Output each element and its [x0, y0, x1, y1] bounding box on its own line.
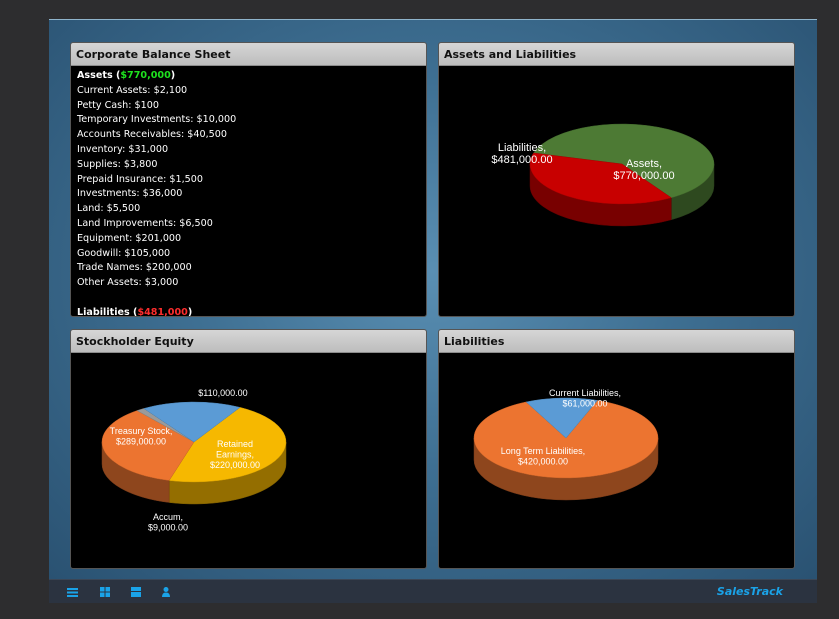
- panel-title: Corporate Balance Sheet: [71, 43, 426, 66]
- assets-heading: Assets ($770,000): [77, 70, 176, 81]
- user-icon[interactable]: [162, 587, 170, 597]
- pie-data-label: $110,000.00: [198, 388, 247, 398]
- panel-title: Assets and Liabilities: [439, 43, 794, 66]
- balance-sheet-line: Inventory: $31,000: [77, 143, 169, 155]
- pie-data-label: Retained Earnings, $220,000.00: [210, 439, 260, 470]
- menu-icon[interactable]: [67, 587, 78, 597]
- balance-sheet-line: Equipment: $201,000: [77, 232, 182, 244]
- pie-data-label: Liabilities, $481,000.00: [491, 142, 552, 166]
- pie-data-label: Accum, $9,000.00: [148, 512, 188, 533]
- liabilities-total: $481,000: [137, 306, 188, 317]
- stockholder-equity-panel: Stockholder Equity Treasury Stock, $289,0…: [70, 329, 427, 569]
- balance-sheet-line: Current Assets: $2,100: [77, 84, 188, 96]
- stockholder-equity-pie: Treasury Stock, $289,000.00 Retained Earnin…: [101, 388, 287, 533]
- balance-sheet-line: Prepaid Insurance: $1,500: [77, 173, 203, 185]
- pie-data-label: Treasury Stock, $289,000.00: [110, 426, 173, 447]
- assets-total: $770,000: [120, 70, 171, 81]
- balance-sheet-line: Other Assets: $3,000: [77, 277, 179, 289]
- asset-items-list: Current Assets: $2,100 Petty Cash: $100 Te…: [77, 84, 420, 291]
- panel-title: Liabilities: [439, 330, 794, 353]
- balance-sheet-line: Accounts Receivables: $40,500: [77, 129, 227, 141]
- liabilities-pie: Long Term Liabilities, $420,000.00Current…: [473, 388, 659, 501]
- balance-sheet-line: Temporary Investments: $10,000: [77, 114, 237, 126]
- balance-sheet-line: Investments: $36,000: [77, 188, 183, 200]
- grid-icon[interactable]: [100, 587, 110, 597]
- panel-title: Stockholder Equity: [71, 330, 426, 353]
- balance-sheet-line: Supplies: $3,800: [77, 158, 158, 170]
- balance-sheet-line: Trade Names: $200,000: [77, 262, 192, 274]
- assets-liabilities-pie: Assets, $770,000.00Liabilities, $481,000.0…: [491, 123, 715, 227]
- footer-bar: SalesTrack: [49, 579, 817, 603]
- balance-sheet-line: Land Improvements: $6,500: [77, 217, 213, 229]
- assets-liabilities-panel: Assets and Liabilities Assets, $770,000.0…: [438, 42, 795, 317]
- balance-sheet-line: Land: $5,500: [77, 203, 141, 215]
- balance-sheet-body: Assets ($770,000) Current Assets: $2,100…: [71, 66, 426, 317]
- brand-logo: SalesTrack: [716, 585, 783, 598]
- balance-sheet-panel: Corporate Balance Sheet Assets ($770,000…: [70, 42, 427, 317]
- dashboard-canvas: Corporate Balance Sheet Assets ($770,000…: [49, 19, 817, 579]
- balance-sheet-line: Goodwill: $105,000: [77, 247, 171, 259]
- liabilities-panel: Liabilities Long Term Liabilities, $420,0…: [438, 329, 795, 569]
- liabilities-heading: Liabilities ($481,000): [77, 306, 193, 317]
- balance-sheet-line: Petty Cash: $100: [77, 99, 159, 111]
- table-icon[interactable]: [131, 587, 141, 597]
